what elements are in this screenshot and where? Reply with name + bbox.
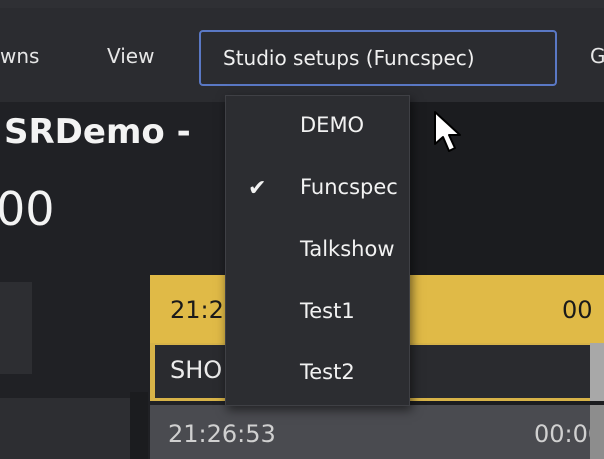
current-row-time: 21:2: [170, 296, 224, 324]
dropdown-item-test2[interactable]: Test2: [300, 360, 355, 384]
menu-item-studio-setups[interactable]: Studio setups (Funcspec): [199, 30, 557, 86]
menu-item-wns[interactable]: wns: [0, 44, 39, 68]
next-row-edge-strip: [590, 405, 604, 459]
menu-item-studio-setups-label: Studio setups (Funcspec): [223, 46, 475, 70]
panel-gap: [130, 392, 148, 459]
mouse-cursor-icon: [434, 111, 461, 152]
dropdown-item-funcspec[interactable]: Funcspec: [300, 175, 398, 199]
current-row-label: SHO: [170, 356, 223, 384]
menu-item-view[interactable]: View: [107, 44, 154, 68]
row-edge-strip: [590, 343, 604, 401]
menu-bar: wns View Studio setups (Funcspec) G: [0, 0, 604, 102]
current-row-duration: 00: [562, 296, 593, 324]
left-panel-block-lower: [0, 398, 130, 459]
rundown-title: SRDemo -: [4, 112, 191, 152]
dropdown-item-demo[interactable]: DEMO: [300, 113, 364, 137]
checkmark-icon: ✔: [248, 176, 267, 201]
dropdown-item-talkshow[interactable]: Talkshow: [300, 237, 395, 261]
left-panel-block: [0, 282, 32, 374]
window-top-trim: [0, 0, 604, 8]
next-row-time: 21:26:53: [168, 420, 276, 448]
menu-item-clipped[interactable]: G: [590, 44, 604, 68]
big-time-display: 00: [0, 182, 55, 236]
studio-setups-dropdown: DEMO ✔ Funcspec Talkshow Test1 Test2: [225, 95, 410, 406]
dropdown-item-test1[interactable]: Test1: [300, 299, 355, 323]
